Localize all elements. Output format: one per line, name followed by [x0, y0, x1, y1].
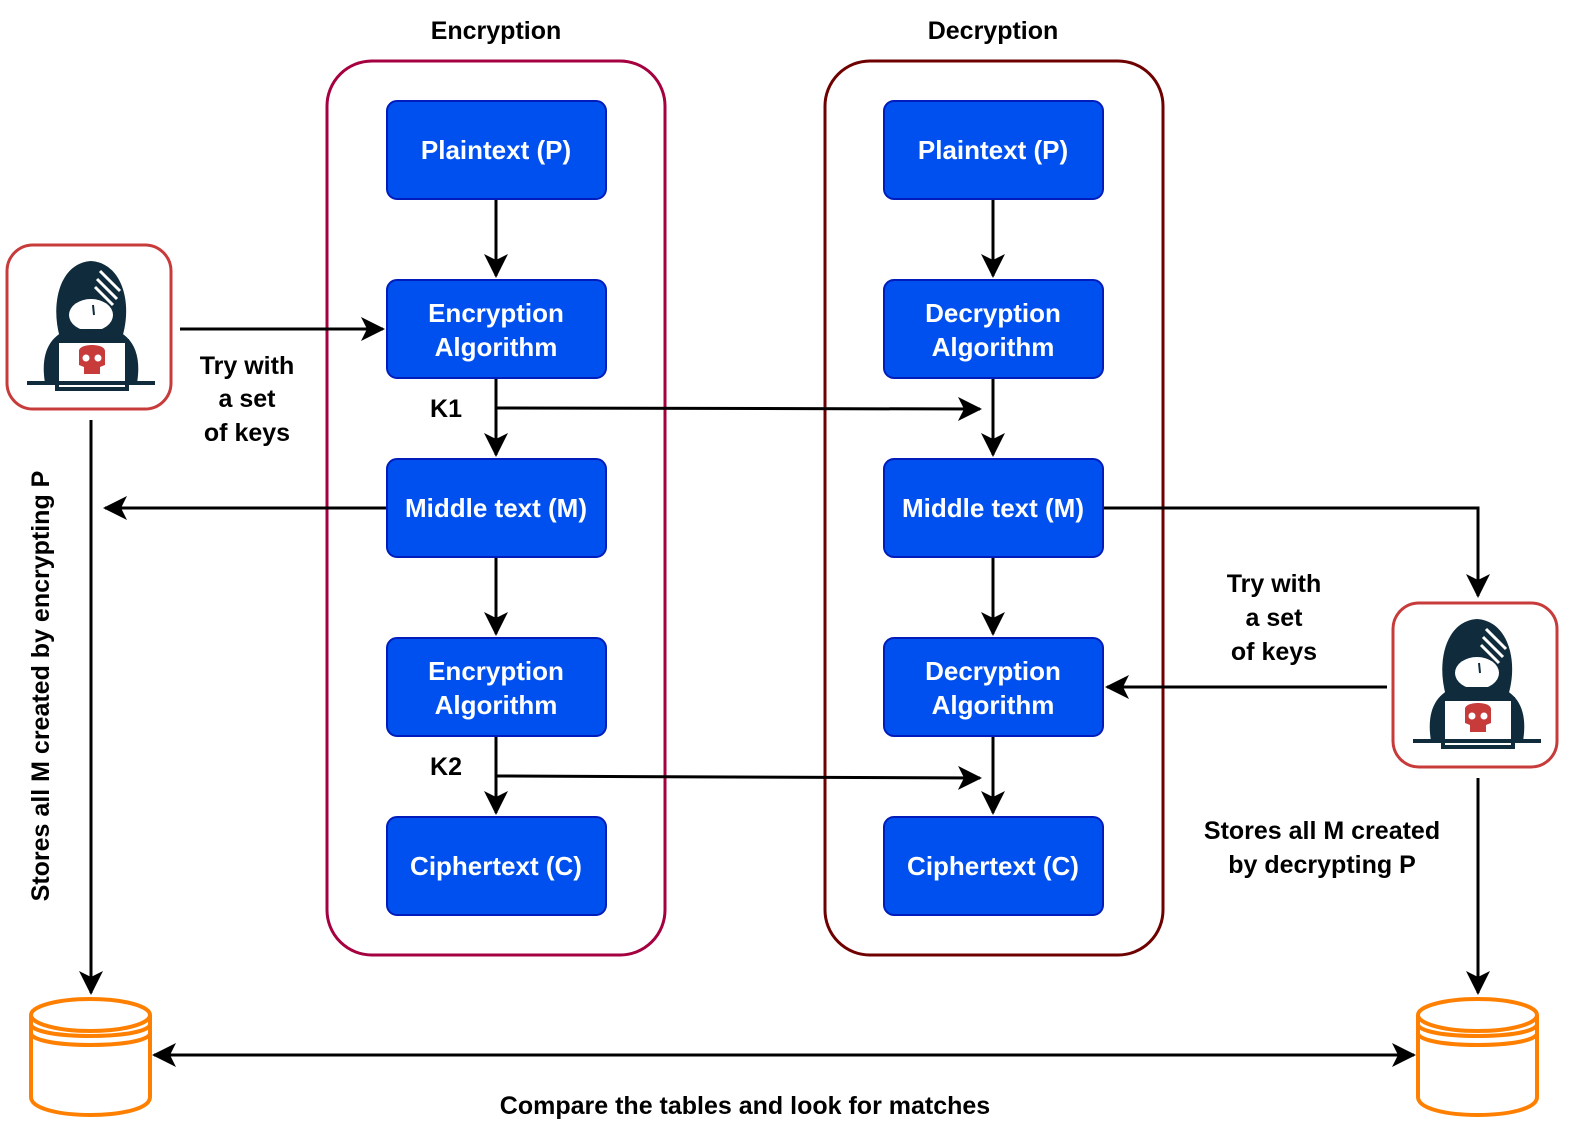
left-hacker-icon — [5, 243, 173, 411]
dec-middle-text-box: Middle text (M) — [883, 458, 1104, 558]
svg-text:Try with: Try with — [1227, 570, 1321, 598]
svg-text:of keys: of keys — [1231, 638, 1317, 666]
dec-algorithm-1-box: Decryption Algorithm — [883, 279, 1104, 379]
k2-label: K2 — [430, 753, 462, 781]
svg-text:Algorithm: Algorithm — [932, 690, 1055, 720]
k1-arrow — [495, 396, 982, 421]
svg-text:Ciphertext (C): Ciphertext (C) — [410, 851, 582, 881]
meet-in-the-middle-diagram: Encryption Decryption Plaintext (P) Encr… — [5, 17, 1559, 1120]
svg-text:Try with: Try with — [200, 352, 294, 380]
svg-text:Middle text (M): Middle text (M) — [405, 493, 587, 523]
right-store-label: Stores all M created by decrypting P — [1204, 817, 1440, 879]
svg-text:a set: a set — [219, 385, 277, 413]
dec-ciphertext-box: Ciphertext (C) — [883, 816, 1104, 916]
svg-text:Stores all M created: Stores all M created — [1204, 817, 1440, 845]
enc-algorithm-2-box: Encryption Algorithm — [386, 637, 607, 737]
encryption-title: Encryption — [431, 17, 562, 45]
dec-plaintext-box: Plaintext (P) — [883, 100, 1104, 200]
svg-text:by decrypting P: by decrypting P — [1228, 851, 1416, 879]
dec-algorithm-2-box: Decryption Algorithm — [883, 637, 1104, 737]
left-database-icon — [29, 997, 152, 1117]
decryption-title: Decryption — [928, 17, 1059, 45]
k2-arrow — [495, 765, 982, 790]
enc-ciphertext-box: Ciphertext (C) — [386, 816, 607, 916]
svg-text:Encryption: Encryption — [428, 656, 564, 686]
svg-text:Middle text (M): Middle text (M) — [902, 493, 1084, 523]
compare-label: Compare the tables and look for matches — [500, 1092, 990, 1120]
svg-text:a set: a set — [1246, 604, 1304, 632]
left-try-label: Try with a set of keys — [200, 352, 294, 447]
svg-text:Ciphertext (C): Ciphertext (C) — [907, 851, 1079, 881]
svg-text:Decryption: Decryption — [925, 298, 1061, 328]
enc-plaintext-box: Plaintext (P) — [386, 100, 607, 200]
svg-text:Algorithm: Algorithm — [435, 690, 558, 720]
right-try-label: Try with a set of keys — [1227, 570, 1321, 666]
enc-algorithm-1-box: Encryption Algorithm — [386, 279, 607, 379]
svg-text:Plaintext (P): Plaintext (P) — [421, 135, 571, 165]
right-hacker-icon — [1391, 601, 1559, 769]
enc-middle-text-box: Middle text (M) — [386, 458, 607, 558]
k1-label: K1 — [430, 395, 462, 423]
svg-text:Decryption: Decryption — [925, 656, 1061, 686]
right-database-icon — [1416, 997, 1539, 1117]
svg-text:of keys: of keys — [204, 419, 290, 447]
left-store-label: Stores all M created by encrypting P — [27, 471, 55, 902]
svg-text:Plaintext (P): Plaintext (P) — [918, 135, 1068, 165]
svg-text:Algorithm: Algorithm — [932, 332, 1055, 362]
svg-text:Algorithm: Algorithm — [435, 332, 558, 362]
svg-text:Encryption: Encryption — [428, 298, 564, 328]
